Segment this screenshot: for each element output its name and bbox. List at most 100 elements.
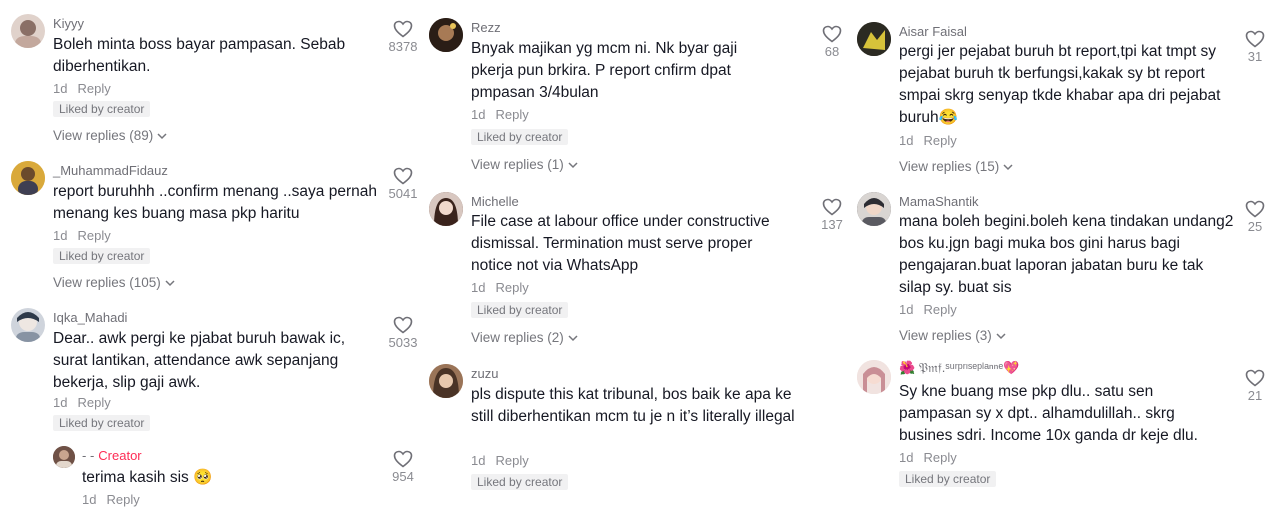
avatar[interactable] [429, 364, 463, 398]
avatar-image [857, 192, 891, 226]
view-replies-label: View replies (15) [899, 159, 1000, 174]
comment-text: terima kasih sis 🥺 [82, 469, 213, 486]
comment-username[interactable]: Aisar Faisal [899, 24, 967, 39]
reply-button[interactable]: Reply [495, 280, 528, 295]
comment-time: 1d [899, 450, 914, 465]
chevron-down-icon [165, 275, 175, 290]
comment-time: 1d [53, 395, 68, 410]
like-button[interactable]: 5033 [383, 316, 423, 350]
avatar-image [15, 20, 41, 48]
comment-meta: 1d Reply [899, 133, 957, 148]
avatar[interactable] [11, 161, 45, 195]
heart-icon [1245, 369, 1265, 387]
view-replies-label: View replies (105) [53, 275, 161, 290]
comment-username[interactable]: MamaShantik [899, 194, 978, 209]
comment-username[interactable]: zuzu [471, 366, 498, 381]
chevron-down-icon [996, 328, 1006, 343]
comment-time: 1d [471, 453, 486, 468]
view-replies-button[interactable]: View replies (3) [899, 328, 1006, 343]
comment-text: File case at labour office under constru… [471, 213, 770, 274]
creator-username[interactable]: - - [82, 448, 94, 463]
view-replies-label: View replies (3) [899, 328, 992, 343]
liked-by-creator-badge: Liked by creator [53, 415, 151, 431]
comment-username[interactable]: Iqka_Mahadi [53, 310, 127, 325]
avatar-image [857, 22, 891, 56]
view-replies-button[interactable]: View replies (15) [899, 159, 1013, 174]
view-replies-button[interactable]: View replies (2) [471, 330, 578, 345]
comment-time: 1d [53, 81, 68, 96]
comment-username[interactable]: Rezz [471, 20, 501, 35]
comment-meta: 1d Reply [53, 228, 111, 243]
view-replies-button[interactable]: View replies (1) [471, 157, 578, 172]
comment-text: Sy kne buang mse pkp dlu.. satu sen pamp… [899, 383, 1198, 444]
avatar[interactable] [857, 22, 891, 56]
heart-icon [393, 316, 413, 334]
comment-username[interactable]: - - Creator [82, 448, 142, 463]
avatar[interactable] [429, 18, 463, 52]
avatar[interactable] [11, 308, 45, 342]
comment-username[interactable]: Michelle [471, 194, 519, 209]
reply-button[interactable]: Reply [923, 302, 956, 317]
like-count: 21 [1247, 388, 1263, 403]
avatar-image [11, 161, 45, 195]
chevron-down-icon [1003, 159, 1013, 174]
comment-meta: 1d Reply [899, 450, 957, 465]
comment-time: 1d [899, 302, 914, 317]
like-count: 5041 [388, 186, 418, 201]
like-button[interactable]: 21 [1235, 369, 1275, 403]
like-count: 68 [824, 44, 840, 59]
like-button[interactable]: 68 [812, 25, 852, 59]
chevron-down-icon [568, 157, 578, 172]
comment-time: 1d [899, 133, 914, 148]
liked-by-creator-badge: Liked by creator [53, 101, 151, 117]
heart-icon [822, 25, 842, 43]
avatar-image [429, 18, 463, 52]
like-count: 5033 [388, 335, 418, 350]
liked-by-creator-badge: Liked by creator [471, 474, 569, 490]
heart-icon [393, 167, 413, 185]
comment-time: 1d [471, 280, 486, 295]
avatar-image [429, 364, 463, 398]
avatar[interactable] [857, 360, 891, 394]
like-button[interactable]: 5041 [383, 167, 423, 201]
comment-username[interactable]: 🌺 𝔓𝔪𝔣.ˢᵘʳᵖʳᶦˢᵉᵖˡᵃⁿⁿᵉ💖 [899, 360, 1019, 376]
liked-by-creator-badge: Liked by creator [899, 471, 997, 487]
like-button[interactable]: 954 [383, 450, 423, 484]
reply-button[interactable]: Reply [77, 395, 110, 410]
view-replies-button[interactable]: View replies (105) [53, 275, 175, 290]
like-count: 8378 [388, 39, 418, 54]
comment-meta: 1d Reply [53, 395, 111, 410]
reply-button[interactable]: Reply [495, 107, 528, 122]
like-count: 954 [392, 469, 414, 484]
comment-text: Bnyak majikan yg mcm ni. Nk byar gaji pk… [471, 40, 738, 101]
like-button[interactable]: 8378 [383, 20, 423, 54]
view-replies-label: View replies (2) [471, 330, 564, 345]
avatar[interactable] [53, 446, 75, 468]
comment-username[interactable]: _MuhammadFidauz [53, 163, 168, 178]
view-replies-button[interactable]: View replies (89) [53, 128, 167, 143]
like-button[interactable]: 137 [812, 198, 852, 232]
comment-time: 1d [53, 228, 68, 243]
comment-text: pls dispute this kat tribunal, bos baik … [471, 386, 795, 425]
comment-text: mana boleh begini.boleh kena tindakan un… [899, 213, 1234, 296]
view-replies-label: View replies (89) [53, 128, 154, 143]
reply-button[interactable]: Reply [77, 228, 110, 243]
like-button[interactable]: 25 [1235, 200, 1275, 234]
reply-button[interactable]: Reply [495, 453, 528, 468]
heart-icon [393, 450, 413, 468]
heart-icon [822, 198, 842, 216]
reply-button[interactable]: Reply [923, 450, 956, 465]
reply-button[interactable]: Reply [77, 81, 110, 96]
reply-button[interactable]: Reply [923, 133, 956, 148]
comment-column-2: Rezz Bnyak majikan yg mcm ni. Nk byar ga… [429, 0, 849, 500]
avatar[interactable] [11, 14, 45, 48]
comment-username[interactable]: Kiyyy [53, 16, 84, 31]
comment-text: report buruhhh ..confirm menang ..saya p… [53, 183, 377, 222]
like-button[interactable]: 31 [1235, 30, 1275, 64]
comment-column-1: Kiyyy Boleh minta boss bayar pampasan. S… [11, 0, 423, 507]
avatar[interactable] [857, 192, 891, 226]
like-count: 137 [821, 217, 843, 232]
chevron-down-icon [157, 128, 167, 143]
avatar[interactable] [429, 192, 463, 226]
chevron-down-icon [568, 330, 578, 345]
